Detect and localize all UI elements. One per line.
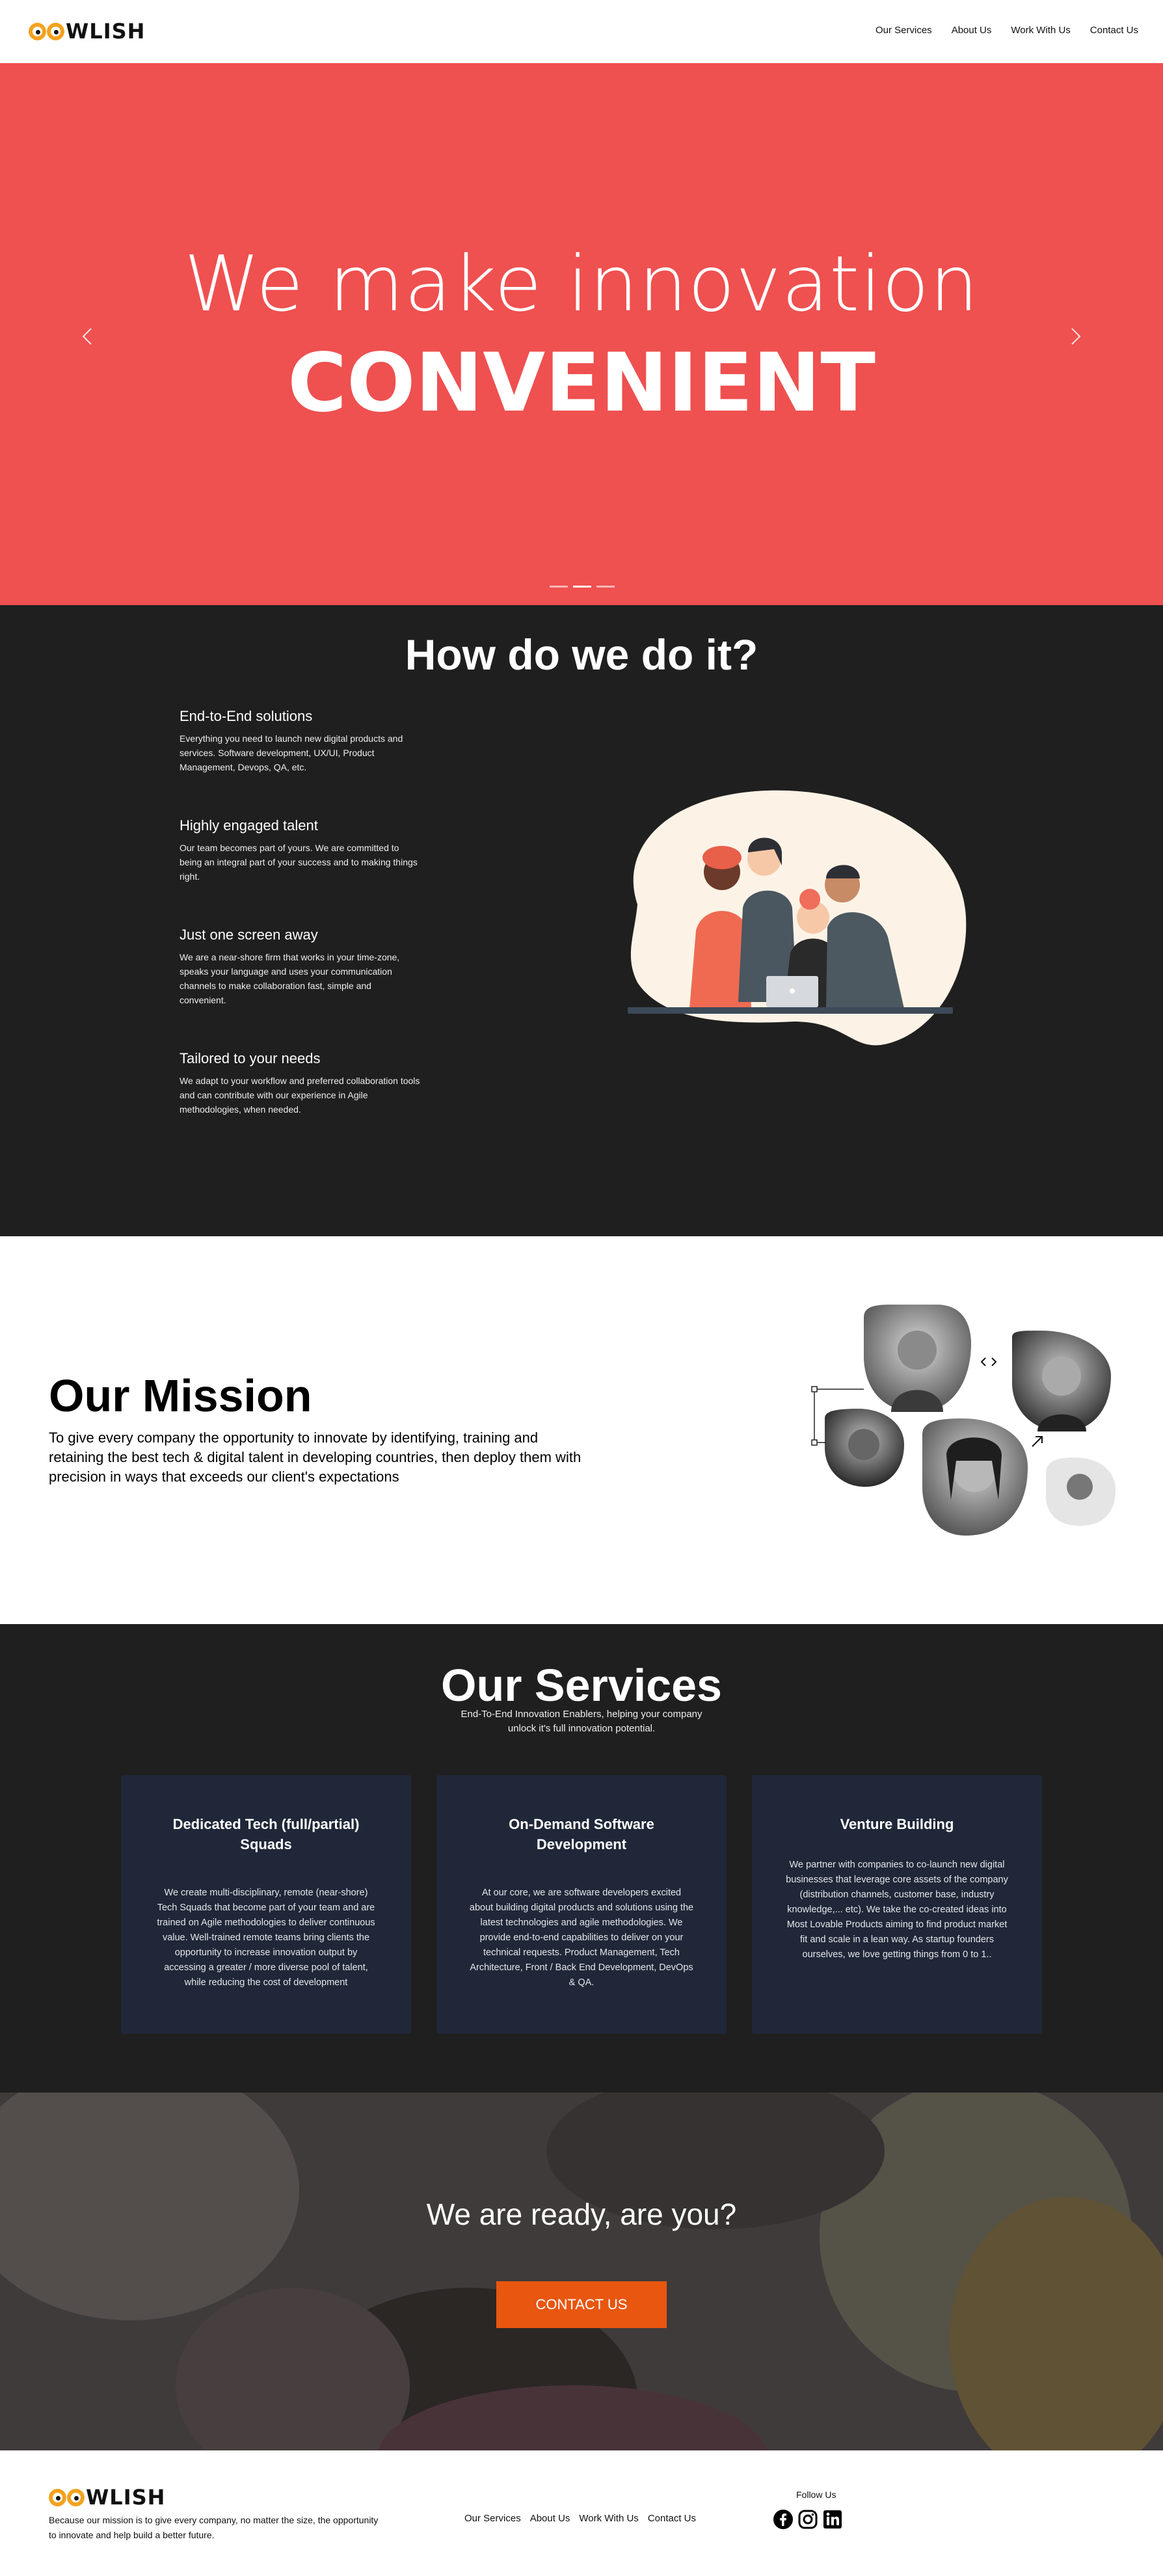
feature-text: We are a near-shore firm that works in y… (180, 952, 400, 1005)
service-title: Venture Building (840, 1816, 954, 1832)
logo-text: WLISH (66, 19, 146, 44)
service-text: We partner with companies to co-launch n… (786, 1860, 1008, 1960)
social-links (773, 2509, 843, 2530)
service-card: On-Demand Software Development At our co… (436, 1775, 727, 2034)
services-section: Our Services End-To-End Innovation Enabl… (0, 1624, 1163, 2093)
service-text: At our core, we are software developers … (469, 1888, 694, 1988)
owl-eyes-icon (49, 2488, 85, 2506)
cta-section: We are ready, are you? CONTACT US (0, 2093, 1163, 2450)
mission-section: Our Mission To give every company the op… (0, 1236, 1163, 1624)
footer-nav-about-us[interactable]: About Us (530, 2513, 570, 2524)
instagram-icon[interactable] (797, 2509, 818, 2530)
section-title: How do we do it? (405, 630, 758, 679)
hero-slider: We make innovation CONVENIENT (0, 63, 1163, 605)
feature-text: We adapt to your workflow and preferred … (180, 1076, 420, 1115)
nav-contact-us[interactable]: Contact Us (1090, 25, 1138, 36)
footer-nav-our-services[interactable]: Our Services (464, 2513, 521, 2524)
slide-indicator[interactable] (596, 586, 615, 588)
feature-title: Highly engaged talent (180, 817, 318, 834)
footer-logo[interactable]: WLISH (49, 2484, 165, 2510)
owl-eyes-icon (29, 22, 64, 40)
section-title: Our Services (441, 1660, 722, 1711)
how-section: How do we do it? End-to-End solutions Ev… (0, 605, 1163, 1236)
facebook-icon[interactable] (773, 2509, 794, 2530)
nav-our-services[interactable]: Our Services (876, 25, 932, 36)
feature-text: Our team becomes part of yours. We are c… (180, 843, 418, 882)
follow-label: Follow Us (796, 2489, 836, 2500)
team-illustration (628, 790, 967, 1046)
site-footer: WLISH Because our mission is to give eve… (0, 2450, 1163, 2576)
service-card: Dedicated Tech (full/partial) Squads We … (121, 1775, 411, 2034)
footer-nav: Our Services About Us Work With Us Conta… (464, 2513, 696, 2524)
site-header: WLISH Our Services About Us Work With Us… (0, 0, 1163, 63)
mission-title: Our Mission (49, 1370, 312, 1421)
feature-title: Just one screen away (180, 927, 318, 943)
feature-title: End-to-End solutions (180, 708, 313, 724)
feature-item: Just one screen away We are a near-shore… (180, 927, 420, 1007)
feature-item: Tailored to your needs We adapt to your … (180, 1050, 420, 1117)
slide-indicator[interactable] (550, 586, 568, 588)
logo[interactable]: WLISH (29, 18, 145, 44)
cta-title: We are ready, are you? (426, 2197, 737, 2231)
contact-us-button[interactable]: CONTACT US (496, 2281, 667, 2328)
team-photo-collage (811, 1305, 1116, 1536)
footer-nav-contact-us[interactable]: Contact Us (648, 2513, 696, 2524)
service-title: Dedicated Tech (full/partial) Squads (172, 1816, 360, 1852)
nav-work-with-us[interactable]: Work With Us (1011, 25, 1070, 36)
slider-indicators (550, 586, 615, 588)
feature-item: Highly engaged talent Our team becomes p… (180, 817, 420, 884)
chevron-left-icon[interactable] (78, 323, 98, 349)
mission-text: To give every company the opportunity to… (49, 1430, 582, 1485)
service-card: Venture Building We partner with compani… (752, 1775, 1042, 2034)
service-title: On-Demand Software Development (509, 1816, 654, 1852)
service-text: We create multi-disciplinary, remote (ne… (157, 1888, 375, 1988)
feature-text: Everything you need to launch new digita… (180, 733, 403, 772)
feature-title: Tailored to your needs (180, 1050, 321, 1066)
logo-text: WLISH (86, 2485, 166, 2510)
slide-indicator[interactable] (573, 586, 591, 588)
cta-background-image (0, 2093, 1163, 2450)
footer-description: Because our mission is to give every com… (49, 2515, 379, 2540)
hero-headline: We make innovation (183, 239, 980, 329)
feature-item: End-to-End solutions Everything you need… (180, 708, 420, 774)
nav-about-us[interactable]: About Us (952, 25, 992, 36)
footer-nav-work-with-us[interactable]: Work With Us (579, 2513, 638, 2524)
linkedin-icon[interactable] (822, 2509, 843, 2530)
hero-highlight: CONVENIENT (287, 336, 876, 430)
chevron-right-icon[interactable] (1065, 323, 1085, 349)
main-nav: Our Services About Us Work With Us Conta… (876, 25, 1138, 36)
section-subtitle: End-To-End Innovation Enablers, helping … (461, 1709, 702, 1734)
